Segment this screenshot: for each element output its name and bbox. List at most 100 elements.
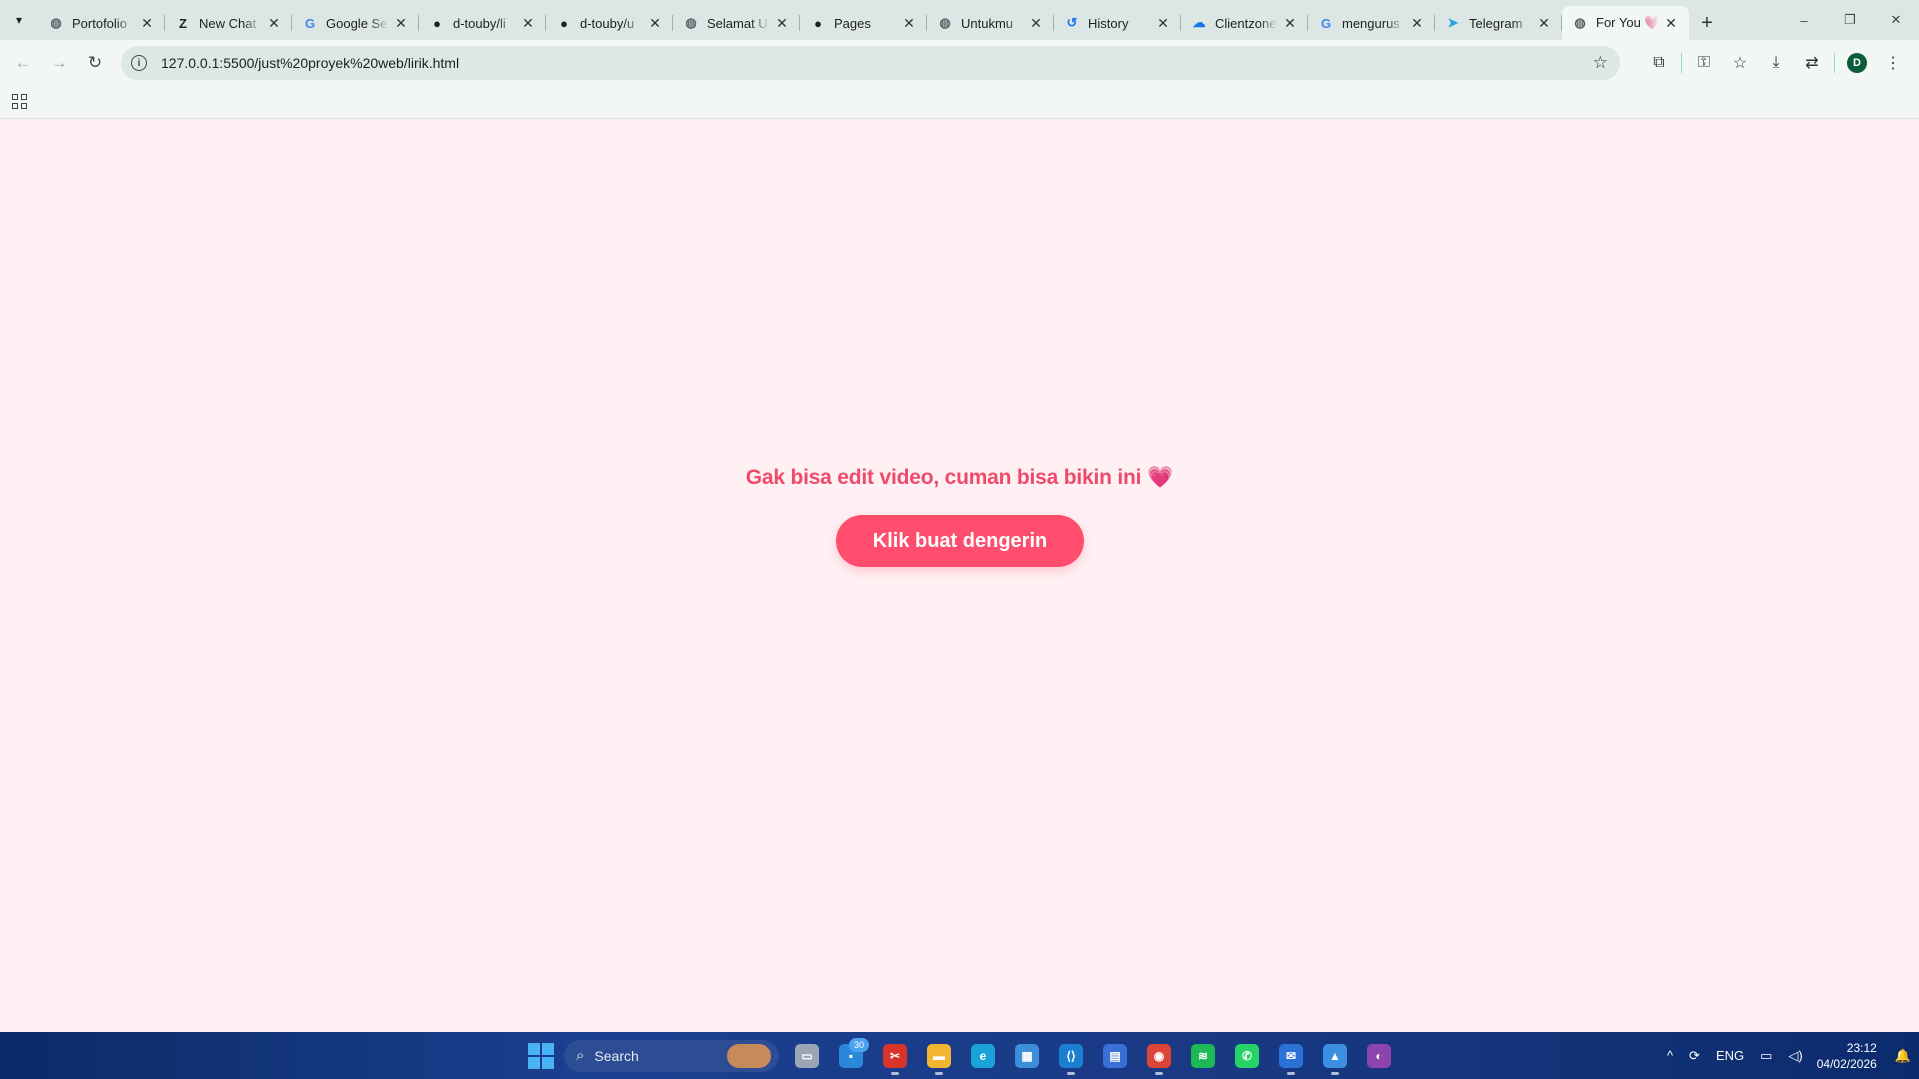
close-tab-icon[interactable]: ✕	[139, 15, 155, 32]
minimize-button[interactable]: –	[1781, 0, 1827, 40]
close-tab-icon[interactable]: ✕	[1663, 15, 1679, 32]
tab-title: New Chat	[199, 15, 257, 31]
running-indicator	[1067, 1071, 1075, 1075]
tab-title: d-touby/u	[580, 15, 635, 31]
close-tab-icon[interactable]: ✕	[393, 15, 409, 32]
download-icon[interactable]: ⤓	[1758, 46, 1794, 80]
url-text[interactable]: 127.0.0.1:5500/just%20proyek%20web/lirik…	[161, 55, 1593, 71]
browser-tab[interactable]: ◍ For You 💗 ✕	[1562, 6, 1689, 40]
menu-kebab-icon[interactable]: ⋮	[1875, 46, 1911, 80]
listen-button[interactable]: Klik buat dengerin	[836, 515, 1084, 567]
gallery-taskbar-icon[interactable]: ▲	[1315, 1036, 1355, 1076]
outlook-icon: ✉	[1279, 1043, 1303, 1068]
browser-tab[interactable]: ➤ Telegram ✕	[1435, 6, 1562, 40]
volume-icon[interactable]: ◁)	[1788, 1048, 1802, 1064]
notification-bell-icon[interactable]: 🔔	[1895, 1048, 1911, 1064]
network-icon[interactable]: ▭	[1760, 1048, 1772, 1064]
tab-search-button[interactable]: ▾	[0, 0, 38, 40]
browser-tab[interactable]: ● Pages ✕	[800, 6, 927, 40]
snipping-tool-taskbar-icon[interactable]: ✂	[875, 1036, 915, 1076]
search-icon: ⌕	[576, 1047, 585, 1064]
reload-button[interactable]: ↻	[78, 46, 112, 80]
widgets-taskbar-icon[interactable]: ▪ 30	[831, 1036, 871, 1076]
tab-list: ◍ Portofolio ✕ Z New Chat ✕ G Google Se ✕ ● d-toub…	[38, 6, 1689, 40]
clock[interactable]: 23:12 04/02/2026	[1817, 1040, 1877, 1072]
store-taskbar-icon[interactable]: ▤	[1095, 1036, 1135, 1076]
browser-tab[interactable]: ◍ Portofolio ✕	[38, 6, 165, 40]
chrome-icon: ◉	[1147, 1043, 1171, 1068]
close-window-button[interactable]: ✕	[1873, 0, 1919, 40]
search-highlight-image	[727, 1043, 771, 1068]
back-button[interactable]: ←	[6, 46, 40, 80]
tab-title: mengurus	[1342, 15, 1400, 31]
file-explorer-taskbar-icon[interactable]: ▬	[919, 1036, 959, 1076]
close-tab-icon[interactable]: ✕	[647, 15, 663, 32]
bookmarks-icon[interactable]: ☆	[1722, 46, 1758, 80]
close-tab-icon[interactable]: ✕	[1282, 15, 1298, 32]
close-tab-icon[interactable]: ✕	[1536, 15, 1552, 32]
browser-tab[interactable]: ● d-touby/li ✕	[419, 6, 546, 40]
running-indicator	[1155, 1071, 1163, 1075]
close-tab-icon[interactable]: ✕	[266, 15, 282, 32]
clock-time: 23:12	[1846, 1040, 1877, 1055]
profile-button[interactable]: D	[1839, 46, 1875, 80]
tab-title: Untukmu	[961, 15, 1014, 31]
site-info-icon[interactable]: i	[131, 55, 147, 71]
close-tab-icon[interactable]: ✕	[1409, 15, 1425, 32]
language-indicator[interactable]: ENG	[1716, 1048, 1744, 1063]
github-desktop-taskbar-icon[interactable]: ◐	[1359, 1036, 1399, 1076]
restore-button[interactable]: ❐	[1827, 0, 1873, 40]
close-tab-icon[interactable]: ✕	[520, 15, 536, 32]
chrome-taskbar-icon[interactable]: ◉	[1139, 1036, 1179, 1076]
browser-tab[interactable]: Gmengurus ✕	[1308, 6, 1435, 40]
whatsapp-taskbar-icon[interactable]: ✆	[1227, 1036, 1267, 1076]
spotify-taskbar-icon[interactable]: ≋	[1183, 1036, 1223, 1076]
notification-badge: 30	[849, 1037, 869, 1052]
vscode-taskbar-icon[interactable]: ⟨⟩	[1051, 1036, 1091, 1076]
taskbar-search[interactable]: ⌕ Search	[564, 1039, 779, 1072]
browser-tab[interactable]: ◍ Untukmu ✕	[927, 6, 1054, 40]
G-favicon-icon: G	[1320, 15, 1332, 31]
globe-favicon-icon: ◍	[939, 15, 951, 30]
page-content: Gak bisa edit video, cuman bisa bikin in…	[0, 119, 1919, 1032]
github-favicon-icon: ●	[433, 15, 441, 31]
browser-tab[interactable]: ◍ Selamat U ✕	[673, 6, 800, 40]
window-controls: – ❐ ✕	[1781, 0, 1919, 40]
browser-tab[interactable]: Z New Chat ✕	[165, 6, 292, 40]
new-tab-button[interactable]: +	[1689, 6, 1725, 40]
tab-title: Pages	[834, 15, 871, 31]
tab-strip: ▾ ◍ Portofolio ✕ Z New Chat ✕ G Google Se ✕ ● d-to…	[0, 0, 1919, 40]
sync-icon[interactable]: ⟳	[1689, 1048, 1700, 1064]
translate-icon[interactable]: ⇄	[1794, 46, 1830, 80]
taskbar-apps: ⌕ Search ▭ ▪ 30 ✂ ▬ e ▦ ⟨⟩ ▤ ◉ ≋ ✆ ✉ ▲ ◐	[522, 1032, 1401, 1079]
browser-toolbar: ← → ↻ i 127.0.0.1:5500/just%20proyek%20w…	[0, 40, 1919, 86]
history-favicon-icon: ↺	[1066, 15, 1078, 30]
browser-tab[interactable]: G Google Se ✕	[292, 6, 419, 40]
start-button-windows-icon[interactable]	[528, 1042, 554, 1069]
edge-taskbar-icon[interactable]: e	[963, 1036, 1003, 1076]
github-favicon-icon: ●	[560, 15, 568, 31]
bookmark-star-icon[interactable]: ☆	[1593, 53, 1608, 73]
system-tray: ^ ⟳ ENG ▭ ◁) 23:12 04/02/2026 🔔	[1659, 1032, 1919, 1079]
close-tab-icon[interactable]: ✕	[1155, 15, 1171, 32]
password-key-icon[interactable]: ⚿	[1686, 46, 1722, 80]
close-tab-icon[interactable]: ✕	[901, 15, 917, 32]
telegram-favicon-icon: ➤	[1447, 15, 1459, 30]
close-tab-icon[interactable]: ✕	[1028, 15, 1044, 32]
task-view-taskbar-icon[interactable]: ▭	[787, 1036, 827, 1076]
close-tab-icon[interactable]: ✕	[774, 15, 790, 32]
address-bar[interactable]: i 127.0.0.1:5500/just%20proyek%20web/lir…	[121, 46, 1620, 80]
tray-chevron-icon[interactable]: ^	[1667, 1048, 1673, 1063]
outlook-taskbar-icon[interactable]: ✉	[1271, 1036, 1311, 1076]
browser-tab[interactable]: ● d-touby/u ✕	[546, 6, 673, 40]
gallery-icon: ▲	[1323, 1043, 1347, 1068]
snipping-tool-icon: ✂	[883, 1043, 907, 1068]
photos-taskbar-icon[interactable]: ▦	[1007, 1036, 1047, 1076]
cloud-favicon-icon: ☁	[1192, 15, 1206, 30]
browser-tab[interactable]: ↺ History ✕	[1054, 6, 1181, 40]
forward-button[interactable]: →	[42, 46, 76, 80]
store-icon: ▤	[1103, 1043, 1127, 1068]
browser-tab[interactable]: ☁ Clientzone ✕	[1181, 6, 1308, 40]
extensions-icon[interactable]: ⧉	[1641, 46, 1677, 80]
apps-grid-icon[interactable]	[12, 94, 27, 109]
